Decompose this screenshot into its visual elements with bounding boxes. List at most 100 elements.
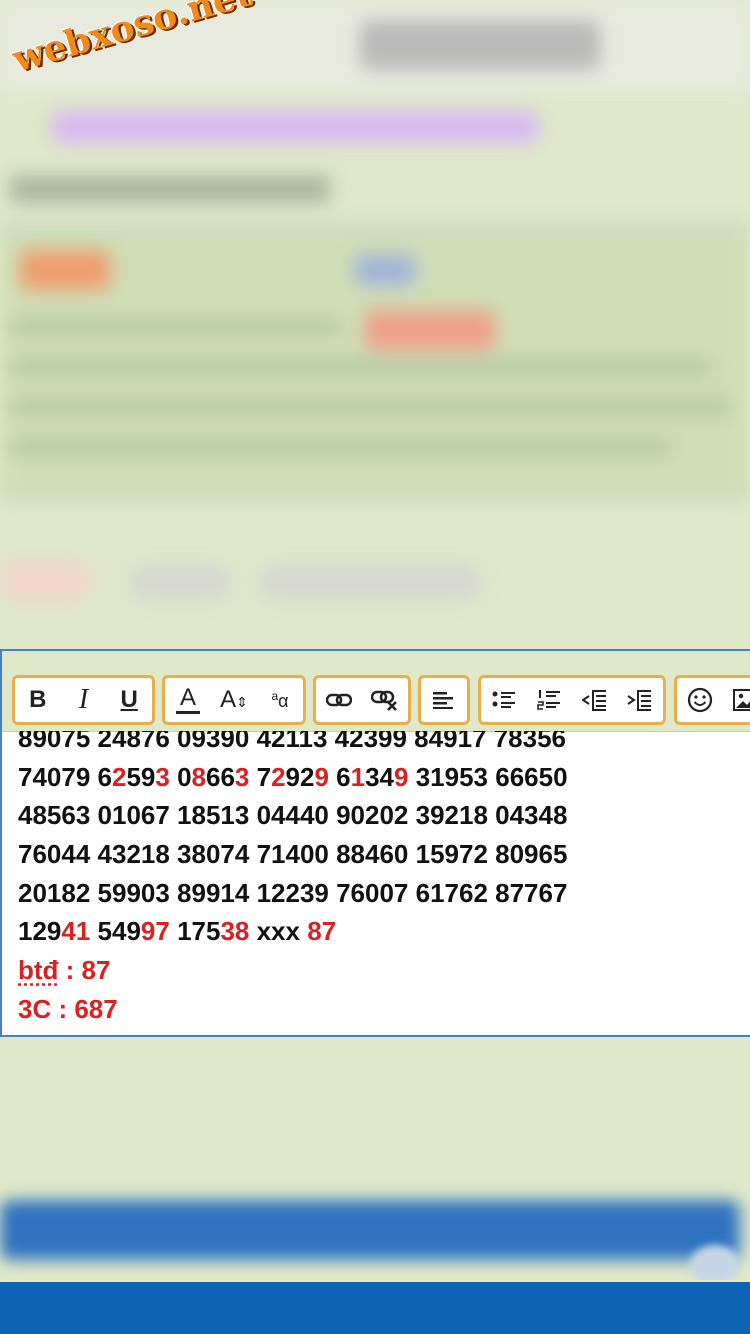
font-family-button[interactable]: aα — [257, 678, 303, 722]
link-group — [313, 675, 411, 725]
highlighted-text: 2 — [111, 761, 127, 792]
font-family-icon: aα — [271, 688, 289, 711]
editor-content-area[interactable]: 89075 24876 09390 42113 42399 84917 7835… — [18, 731, 738, 1031]
font-color-glyph: A — [179, 683, 196, 711]
line-text: 74079 6 — [18, 761, 112, 792]
bullet-list-icon — [492, 691, 515, 708]
line-text: 48563 01067 18513 04440 90202 39218 0434… — [18, 800, 568, 831]
highlighted-text: 87 — [307, 916, 337, 947]
bottom-navigation-bar — [0, 1282, 750, 1334]
font-group: A A⇕ aα — [162, 675, 306, 725]
blurred-text-line — [10, 440, 670, 454]
line-text: 129 — [18, 916, 62, 947]
blurred-link — [355, 255, 415, 285]
highlighted-text: btđ — [18, 955, 59, 986]
bold-button[interactable]: B — [15, 678, 61, 722]
text-style-group: B I U — [12, 675, 155, 725]
highlighted-text: 97 — [140, 916, 170, 947]
line-text: 59 — [126, 761, 156, 792]
highlighted-text: 2 — [271, 761, 286, 792]
highlighted-text: 3C : 687 — [18, 993, 118, 1024]
editor-line: 48563 01067 18513 04440 90202 39218 0434… — [18, 796, 738, 835]
highlighted-text: 3 — [234, 761, 250, 792]
link-icon — [326, 693, 352, 707]
align-left-button[interactable] — [421, 678, 467, 722]
rich-text-editor[interactable]: B I U A A⇕ aα 89075 24876 09390 42113 42… — [0, 649, 750, 1037]
editor-line: btđ : 87 — [18, 951, 738, 990]
line-text: 34 — [365, 761, 395, 792]
insert-group — [674, 675, 750, 725]
line-text: 175 — [169, 916, 221, 947]
highlighted-text: 3 — [155, 761, 170, 792]
outdent-button[interactable] — [572, 678, 618, 722]
blurred-badge — [20, 250, 110, 290]
list-group — [478, 675, 666, 725]
line-text: 89075 24876 09390 42113 42399 84917 7835… — [18, 731, 567, 753]
insert-image-button[interactable] — [723, 678, 750, 722]
font-size-arrows: ⇕ — [236, 694, 248, 710]
highlighted-text: 8 — [191, 761, 206, 792]
bullet-list-button[interactable] — [481, 678, 527, 722]
blurred-submit-button — [0, 1200, 740, 1260]
editor-line: 12941 54997 17538 xxx 87 — [18, 912, 738, 951]
blurred-page-background — [0, 0, 750, 650]
italic-icon: I — [78, 684, 89, 715]
font-size-icon: A⇕ — [220, 686, 248, 714]
font-size-button[interactable]: A⇕ — [211, 678, 257, 722]
blurred-title — [10, 175, 330, 203]
emoji-button[interactable] — [677, 678, 723, 722]
highlighted-text: : 87 — [58, 955, 111, 986]
line-text: 549 — [90, 916, 141, 947]
editor-line: 74079 62593 08663 72929 61349 31953 6665… — [18, 758, 738, 797]
blurred-footer-item — [0, 560, 90, 600]
line-text: 66 — [206, 761, 235, 792]
highlighted-text: 1 — [350, 761, 366, 792]
blurred-text-line — [10, 320, 340, 334]
blurred-content — [0, 0, 750, 650]
image-icon — [733, 689, 750, 711]
blurred-text-line — [10, 360, 710, 374]
bold-icon: B — [29, 686, 47, 713]
emoji-icon — [687, 687, 713, 713]
font-color-button[interactable]: A — [165, 678, 211, 722]
blurred-footer-item — [130, 565, 230, 600]
numbered-list-button[interactable] — [527, 678, 573, 722]
font-family-glyph: a — [271, 688, 279, 703]
underline-button[interactable]: U — [106, 678, 152, 722]
underline-icon: U — [120, 686, 138, 713]
line-text: 31953 66650 — [408, 761, 568, 792]
blurred-action-bar — [0, 1180, 750, 1280]
highlighted-text: 9 — [314, 761, 329, 792]
blurred-header-block — [360, 20, 600, 70]
outdent-icon — [581, 690, 606, 711]
font-color-underline — [176, 710, 200, 714]
editor-line: 3C : 687 — [18, 990, 738, 1029]
font-color-icon: A — [176, 683, 200, 714]
font-size-glyph: A — [220, 686, 237, 713]
highlighted-text: 9 — [394, 761, 409, 792]
editor-line: 20182 59903 89914 12239 76007 61762 8776… — [18, 874, 738, 913]
blurred-banner — [50, 110, 540, 144]
align-group — [418, 675, 470, 725]
editor-line: 89075 24876 09390 42113 42399 84917 7835… — [18, 731, 738, 758]
line-text: xxx — [249, 916, 308, 947]
highlighted-text: 38 — [220, 916, 250, 947]
line-text: 92 — [285, 761, 315, 792]
indent-button[interactable] — [618, 678, 664, 722]
blurred-highlight — [365, 310, 495, 350]
blurred-footer-item — [260, 565, 480, 600]
highlighted-text: 41 — [61, 916, 91, 947]
remove-link-button[interactable] — [362, 678, 408, 722]
line-text: 7 — [249, 761, 272, 792]
line-text: 20182 59903 89914 12239 76007 61762 8776… — [18, 877, 568, 908]
line-text: 6 — [328, 761, 351, 792]
insert-link-button[interactable] — [316, 678, 362, 722]
numbered-list-icon — [537, 690, 561, 710]
editor-line: 76044 43218 38074 71400 88460 15972 8096… — [18, 835, 738, 874]
italic-button[interactable]: I — [61, 678, 107, 722]
unlink-icon — [371, 690, 397, 711]
align-left-icon — [433, 692, 453, 709]
blurred-text-line — [10, 400, 730, 414]
indent-icon — [627, 690, 652, 711]
line-text: 76044 43218 38074 71400 88460 15972 8096… — [18, 839, 568, 870]
